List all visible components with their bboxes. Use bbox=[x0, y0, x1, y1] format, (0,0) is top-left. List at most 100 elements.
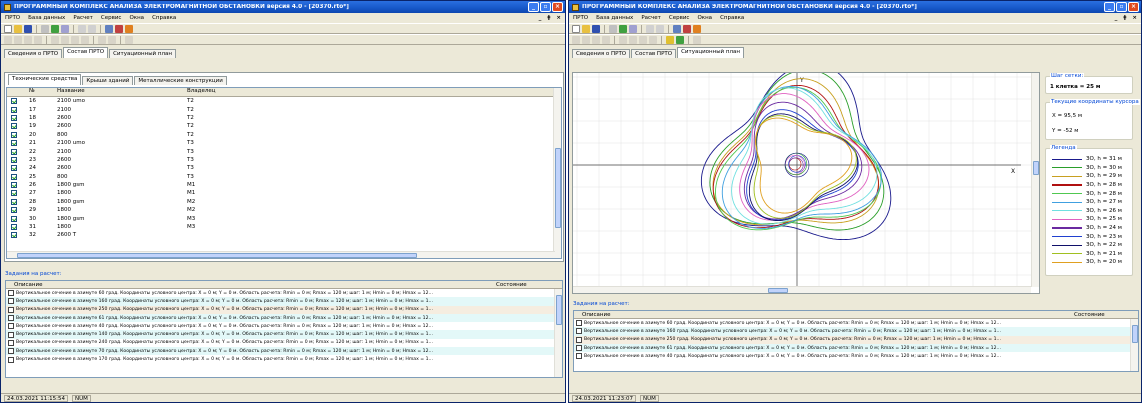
table-row[interactable]: 26 1800 gsm M1 bbox=[7, 181, 561, 189]
menu-help[interactable]: Справка bbox=[152, 15, 176, 21]
table-row[interactable]: 32 2600 T bbox=[7, 231, 561, 239]
task-checkbox[interactable] bbox=[8, 298, 14, 305]
table-row[interactable]: 22 2100 T3 bbox=[7, 147, 561, 155]
delete-icon[interactable] bbox=[51, 35, 59, 44]
layers-icon[interactable] bbox=[98, 35, 106, 44]
cut-icon[interactable] bbox=[4, 35, 12, 44]
calc-icon[interactable] bbox=[115, 24, 123, 33]
tasks-vscrollbar[interactable] bbox=[1130, 319, 1138, 371]
col-number[interactable]: № bbox=[27, 88, 55, 96]
chart-icon[interactable] bbox=[676, 35, 684, 44]
maximize-button[interactable]: ▫ bbox=[540, 2, 551, 12]
paste-icon[interactable] bbox=[24, 35, 32, 44]
task-checkbox[interactable] bbox=[8, 315, 14, 322]
task-row[interactable]: Вертикальное сечение в азимуте 160 град.… bbox=[574, 327, 1138, 336]
col-owner[interactable]: Владелец bbox=[185, 88, 305, 96]
tools-icon[interactable] bbox=[125, 35, 133, 44]
stop-icon[interactable] bbox=[125, 24, 133, 33]
task-checkbox[interactable] bbox=[8, 306, 14, 313]
row-checkbox[interactable] bbox=[11, 114, 17, 121]
task-checkbox[interactable] bbox=[8, 290, 14, 297]
mdi-minimize-button[interactable]: _ bbox=[1115, 15, 1118, 21]
situation-plan-canvas[interactable]: YX bbox=[573, 73, 1031, 287]
copy-icon[interactable] bbox=[14, 35, 22, 44]
grid-icon[interactable] bbox=[673, 24, 681, 33]
table-row[interactable]: 17 2100 T2 bbox=[7, 105, 561, 113]
menu-prto[interactable]: ПРТО bbox=[5, 15, 20, 21]
close-button[interactable]: × bbox=[552, 2, 563, 12]
minimize-button[interactable]: _ bbox=[1104, 2, 1115, 12]
task-row[interactable]: Вертикальное сечение в азимуте 250 град.… bbox=[574, 335, 1138, 344]
tab-tech-means[interactable]: Технические средства bbox=[8, 74, 82, 85]
table-row[interactable]: 31 1800 M3 bbox=[7, 223, 561, 231]
tab-plan[interactable]: Ситуационный план bbox=[109, 49, 176, 58]
row-checkbox[interactable] bbox=[11, 98, 17, 105]
row-checkbox[interactable] bbox=[11, 106, 17, 113]
menu-service[interactable]: Сервис bbox=[101, 15, 122, 21]
cut-icon[interactable] bbox=[572, 35, 580, 44]
table-hscrollbar[interactable] bbox=[7, 251, 555, 258]
open-folder-icon[interactable] bbox=[582, 24, 590, 33]
table-row[interactable]: 16 2100 umo T2 bbox=[7, 97, 561, 105]
table-row[interactable]: 20 800 T2 bbox=[7, 131, 561, 139]
save-icon[interactable] bbox=[592, 24, 600, 33]
task-checkbox[interactable] bbox=[8, 323, 14, 330]
mdi-minimize-button[interactable]: _ bbox=[539, 15, 542, 21]
row-checkbox[interactable] bbox=[11, 131, 17, 138]
add-icon[interactable] bbox=[619, 24, 627, 33]
task-row[interactable]: Вертикальное сечение в азимуте 70 град. … bbox=[6, 347, 562, 356]
task-checkbox[interactable] bbox=[576, 336, 582, 343]
tab-metal[interactable]: Металлические конструкции bbox=[134, 76, 227, 85]
select-icon[interactable] bbox=[71, 35, 79, 44]
row-checkbox[interactable] bbox=[11, 224, 17, 231]
ruler-icon[interactable] bbox=[61, 35, 69, 44]
col-description[interactable]: Описание bbox=[574, 312, 1074, 318]
row-checkbox[interactable] bbox=[11, 215, 17, 222]
grid-icon[interactable] bbox=[105, 24, 113, 33]
table-row[interactable]: 24 2600 T3 bbox=[7, 164, 561, 172]
stop-icon[interactable] bbox=[693, 24, 701, 33]
row-checkbox[interactable] bbox=[11, 165, 17, 172]
mdi-close-button[interactable]: × bbox=[1132, 15, 1137, 21]
select-icon[interactable] bbox=[639, 35, 647, 44]
menu-windows[interactable]: Окна bbox=[129, 15, 144, 21]
col-state[interactable]: Состояние bbox=[496, 282, 527, 288]
row-checkbox[interactable] bbox=[11, 173, 17, 180]
task-row[interactable]: Вертикальное сечение в азимуте 40 град. … bbox=[574, 352, 1138, 360]
minimize-button[interactable]: _ bbox=[528, 2, 539, 12]
maximize-button[interactable]: ▫ bbox=[1116, 2, 1127, 12]
plan-vscrollbar[interactable] bbox=[1031, 73, 1039, 287]
task-checkbox[interactable] bbox=[8, 331, 14, 338]
table-row[interactable]: 23 2600 T3 bbox=[7, 156, 561, 164]
row-checkbox[interactable] bbox=[11, 156, 17, 163]
ruler-icon[interactable] bbox=[629, 35, 637, 44]
table-row[interactable]: 25 800 T3 bbox=[7, 173, 561, 181]
task-checkbox[interactable] bbox=[8, 356, 14, 363]
table-vscrollbar[interactable] bbox=[553, 88, 561, 258]
task-row[interactable]: Вертикальное сечение в азимуте 61 град. … bbox=[6, 313, 562, 323]
tab-composition[interactable]: Состав ПРТО bbox=[63, 47, 109, 58]
arrow-icon[interactable] bbox=[602, 35, 610, 44]
menu-service[interactable]: Сервис bbox=[669, 15, 690, 21]
row-checkbox[interactable] bbox=[11, 190, 17, 197]
paste-icon[interactable] bbox=[592, 35, 600, 44]
menu-prto[interactable]: ПРТО bbox=[573, 15, 588, 21]
row-checkbox[interactable] bbox=[11, 198, 17, 205]
table-row[interactable]: 28 1800 gsm M2 bbox=[7, 198, 561, 206]
arrow-icon[interactable] bbox=[34, 35, 42, 44]
delete-icon[interactable] bbox=[619, 35, 627, 44]
tab-info[interactable]: Сведения о ПРТО bbox=[4, 49, 63, 58]
new-file-icon[interactable] bbox=[4, 24, 12, 33]
play-icon[interactable] bbox=[646, 24, 654, 33]
task-checkbox[interactable] bbox=[576, 345, 582, 352]
task-row[interactable]: Вертикальное сечение в азимуте 60 град. … bbox=[574, 319, 1138, 327]
title-bar[interactable]: ПРОГРАММНЫЙ КОМПЛЕКС АНАЛИЗА ЭЛЕКТРОМАГН… bbox=[569, 1, 1141, 13]
tab-info[interactable]: Сведения о ПРТО bbox=[572, 49, 631, 58]
calc-icon[interactable] bbox=[683, 24, 691, 33]
table-row[interactable]: 27 1800 M1 bbox=[7, 189, 561, 197]
list-icon[interactable] bbox=[88, 24, 96, 33]
task-row[interactable]: Вертикальное сечение в азимуте 60 град. … bbox=[6, 289, 562, 297]
row-checkbox[interactable] bbox=[11, 140, 17, 147]
task-row[interactable]: Вертикальное сечение в азимуте 40 град. … bbox=[6, 322, 562, 330]
col-state[interactable]: Состояние bbox=[1074, 312, 1105, 318]
